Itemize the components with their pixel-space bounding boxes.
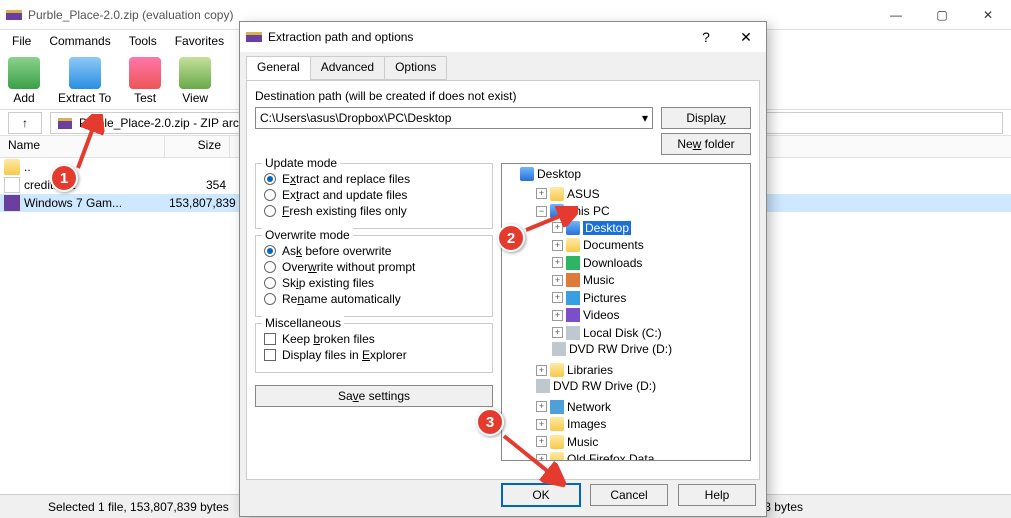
- callout-3: 3: [476, 408, 504, 436]
- callout-1: 1: [50, 164, 78, 192]
- radio-overwrite[interactable]: Overwrite without prompt: [264, 260, 484, 274]
- chevron-down-icon[interactable]: ▾: [642, 111, 648, 125]
- tab-advanced[interactable]: Advanced: [310, 56, 385, 80]
- close-button[interactable]: ✕: [965, 0, 1011, 30]
- status-selected: Selected 1 file, 153,807,839 bytes: [48, 500, 229, 514]
- dialog-help-button[interactable]: ?: [686, 22, 726, 52]
- destination-combo[interactable]: C:\Users\asus\Dropbox\PC\Desktop▾: [255, 107, 653, 129]
- videos-icon: [566, 308, 580, 322]
- dvd-icon: [536, 379, 550, 393]
- group-misc: Miscellaneous Keep broken files Display …: [255, 323, 493, 373]
- network-icon: [550, 400, 564, 414]
- radio-rename[interactable]: Rename automatically: [264, 292, 484, 306]
- arrow-3: [498, 430, 568, 488]
- dialog-tabs: General Advanced Options: [246, 56, 760, 80]
- arrow-1: [72, 114, 112, 174]
- tab-options[interactable]: Options: [384, 56, 447, 80]
- music-icon: [566, 273, 580, 287]
- callout-2: 2: [497, 224, 525, 252]
- menu-file[interactable]: File: [4, 32, 39, 50]
- tb-extract-to[interactable]: Extract To: [58, 57, 111, 105]
- window-title: Purble_Place-2.0.zip (evaluation copy): [28, 8, 873, 22]
- tb-view[interactable]: View: [179, 57, 211, 105]
- tb-test[interactable]: Test: [129, 57, 161, 105]
- menu-commands[interactable]: Commands: [41, 32, 118, 50]
- check-display-explorer[interactable]: Display files in Explorer: [264, 348, 484, 362]
- group-update-mode: Update mode Extract and replace files Ex…: [255, 163, 493, 229]
- new-folder-button[interactable]: New folder: [661, 133, 751, 155]
- col-size[interactable]: Size: [165, 136, 230, 157]
- winrar-icon: [6, 7, 22, 23]
- dvd-icon: [552, 342, 566, 356]
- documents-icon: [566, 238, 580, 252]
- pictures-icon: [566, 291, 580, 305]
- dialog-title: Extraction path and options: [268, 30, 686, 44]
- tb-add[interactable]: Add: [8, 57, 40, 105]
- dialog-close-button[interactable]: ✕: [726, 22, 766, 52]
- folder-icon: [550, 417, 564, 431]
- maximize-button[interactable]: ▢: [919, 0, 965, 30]
- destination-label: Destination path (will be created if doe…: [255, 89, 751, 103]
- downloads-icon: [566, 256, 580, 270]
- group-overwrite-mode: Overwrite mode Ask before overwrite Over…: [255, 235, 493, 317]
- disk-icon: [566, 326, 580, 340]
- help-button[interactable]: Help: [678, 484, 756, 506]
- radio-extract-update[interactable]: Extract and update files: [264, 188, 484, 202]
- libraries-icon: [550, 363, 564, 377]
- winrar-icon: [246, 29, 262, 45]
- radio-ask[interactable]: Ask before overwrite: [264, 244, 484, 258]
- archive-icon: [57, 115, 73, 131]
- radio-extract-replace[interactable]: Extract and replace files: [264, 172, 484, 186]
- save-settings-button[interactable]: Save settings: [255, 385, 493, 407]
- folder-up-icon: [4, 159, 20, 175]
- up-button[interactable]: ↑: [8, 112, 42, 134]
- radio-fresh[interactable]: Fresh existing files only: [264, 204, 484, 218]
- text-file-icon: [4, 177, 20, 193]
- tree-node-desktop[interactable]: Desktop: [583, 221, 631, 235]
- menu-favorites[interactable]: Favorites: [167, 32, 232, 50]
- tab-general[interactable]: General: [246, 56, 311, 80]
- display-button[interactable]: Display: [661, 107, 751, 129]
- archive-icon: [4, 195, 20, 211]
- dialog-titlebar: Extraction path and options ? ✕: [240, 22, 766, 52]
- radio-skip[interactable]: Skip existing files: [264, 276, 484, 290]
- folder-icon: [550, 187, 564, 201]
- expand-icon[interactable]: +: [536, 188, 547, 199]
- desktop-icon: [520, 167, 534, 181]
- arrow-2: [522, 206, 578, 234]
- minimize-button[interactable]: —: [873, 0, 919, 30]
- menu-tools[interactable]: Tools: [121, 32, 165, 50]
- cancel-button[interactable]: Cancel: [590, 484, 668, 506]
- check-keep-broken[interactable]: Keep broken files: [264, 332, 484, 346]
